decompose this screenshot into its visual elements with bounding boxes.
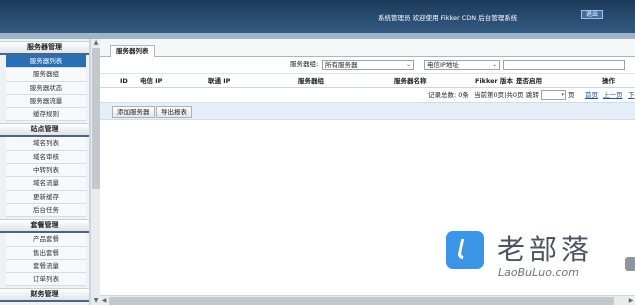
current-page-info: 当前第0页|共0页 [474,91,524,99]
add-server-button[interactable]: 添加服务器 [112,106,155,118]
sidebar-item-relay-list[interactable]: 中转列表 [6,164,86,178]
sidebar-group-server-management[interactable]: 服务器管理 [0,41,89,55]
chevron-down-icon: ⌄ [491,61,497,68]
page-suffix: 页 [568,91,575,99]
column-telecom-ip: 电信 IP [140,77,163,85]
sidebar-item-background-tasks[interactable]: 后台任务 [6,203,86,218]
search-field-select-value: 电信IP地址 [427,61,459,69]
action-bar: 添加服务器 导出报表 [100,102,635,120]
chevron-down-icon: ▾ [561,92,564,98]
prev-page-link[interactable]: 上一页 [603,91,623,99]
record-total: 记录总数: 0条 [428,91,469,99]
horizontal-scrollbar[interactable]: ◀ ▶ [100,295,635,305]
sidebar-item-domain-review[interactable]: 域名审核 [6,150,86,165]
scroll-down-icon[interactable]: ▼ [92,297,100,305]
server-group-select[interactable]: 所有服务器 ⌄ [322,60,414,70]
laobuluo-logo-icon [446,231,484,269]
scroll-left-icon[interactable]: ◀ [100,297,108,305]
scroll-right-icon[interactable]: ▶ [627,297,635,305]
first-page-link[interactable]: 首页 [585,91,598,99]
sidebar-item-package-traffic[interactable]: 套餐流量 [6,259,86,274]
column-actions: 操作 [602,77,615,85]
sidebar-group-finance-management[interactable]: 财务管理 [0,288,89,303]
server-group-select-value: 所有服务器 [325,61,358,69]
sidebar-item-product-packages[interactable]: 产品套餐 [6,233,86,247]
side-handle[interactable] [625,257,635,271]
sidebar-item-server-group[interactable]: 服务器组 [6,68,86,82]
sidebar-item-cache-rules[interactable]: 缓存规则 [6,108,86,122]
column-server-group: 服务器组 [298,77,324,85]
chevron-down-icon: ⌄ [405,61,411,68]
sidebar-group-site-management[interactable]: 站点管理 [0,123,89,138]
jump-label: 跳转 [526,91,539,99]
tab-strip: 服务器列表 [100,39,635,57]
sidebar-item-domain-list[interactable]: 域名列表 [6,137,86,151]
search-field-select[interactable]: 电信IP地址 ⌄ [424,60,500,70]
next-page-link[interactable]: 下 [628,91,635,99]
table-header: ID 电信 IP 联通 IP 服务器组 服务器名称 Fikker 版本 是否启用… [100,73,635,88]
welcome-text: 系统管理员 欢迎使用 Fikker CDN 后台管理系统 [378,14,518,22]
scrollbar-thumb[interactable] [92,48,100,189]
horizontal-scrollbar-thumb[interactable] [109,297,614,305]
column-unicom-ip: 联通 IP [208,77,231,85]
server-group-label: 服务器组: [290,60,319,68]
watermark-url: LaoBuLuo.com [498,266,579,279]
sidebar-scrollbar[interactable]: ▲ ▼ [90,39,100,305]
sidebar-item-update-cache[interactable]: 更新缓存 [6,190,86,204]
top-header: 系统管理员 欢迎使用 Fikker CDN 后台管理系统 退出 [0,0,635,33]
sidebar-item-server-list[interactable]: 服务器列表 [6,55,86,69]
sidebar-item-domain-traffic[interactable]: 域名流量 [6,177,86,191]
column-id: ID [120,77,128,85]
sidebar-item-server-status[interactable]: 服务器状态 [6,81,86,95]
sidebar-item-sold-packages[interactable]: 售出套餐 [6,246,86,260]
column-fikker-version: Fikker 版本 [475,77,514,85]
sidebar-item-order-list[interactable]: 订单列表 [6,273,86,287]
search-input[interactable] [503,60,625,70]
sidebar: 服务器管理 服务器列表 服务器组 服务器状态 服务器流量 缓存规则 站点管理 域… [0,39,90,305]
column-enabled: 是否启用 [516,77,542,85]
tab-server-list[interactable]: 服务器列表 [110,45,155,57]
sidebar-group-package-management[interactable]: 套餐管理 [0,219,89,234]
export-report-button[interactable]: 导出报表 [156,106,192,118]
logout-button[interactable]: 退出 [581,10,603,19]
scroll-up-icon[interactable]: ▲ [92,39,100,47]
column-server-name: 服务器名称 [394,77,427,85]
sidebar-item-server-traffic[interactable]: 服务器流量 [6,94,86,109]
watermark-title: 老部落 [497,233,594,266]
page-jump-select[interactable]: ▾ [541,90,566,100]
